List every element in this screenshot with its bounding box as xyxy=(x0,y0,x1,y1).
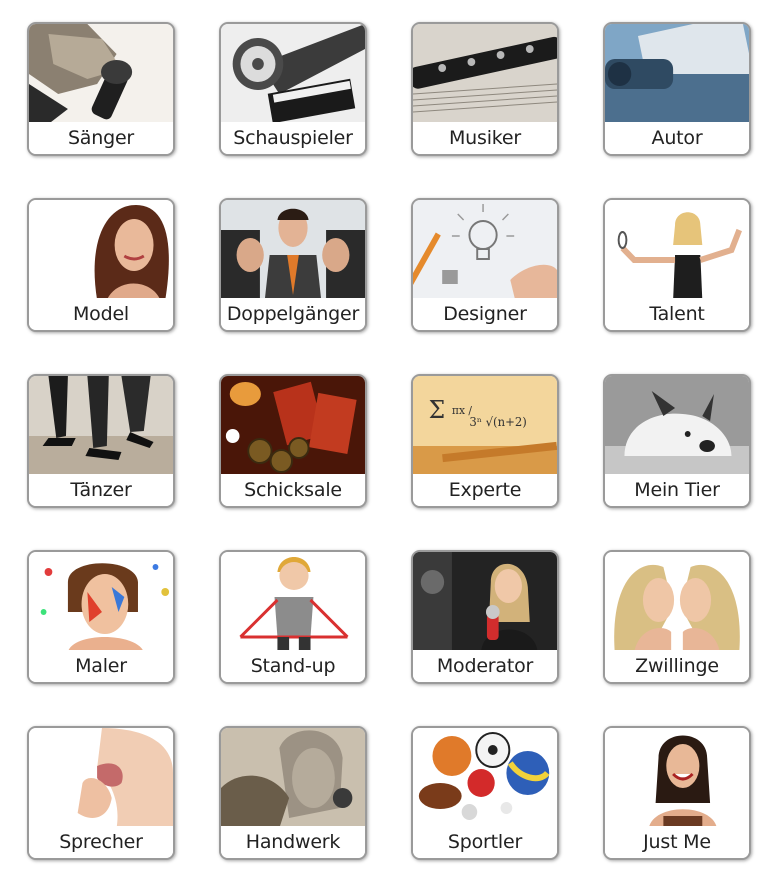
tile-handwerk[interactable]: Handwerk xyxy=(219,726,367,860)
tile-sprecher[interactable]: Sprecher xyxy=(27,726,175,860)
tile-label: Stand-up xyxy=(221,650,365,682)
tile-schicksale[interactable]: Schicksale xyxy=(219,374,367,508)
laughing-woman-icon xyxy=(605,728,749,829)
sports-balls-icon xyxy=(413,728,557,829)
clarinet-icon xyxy=(413,24,557,125)
dancing-feet-icon xyxy=(29,376,173,477)
tile-label: Handwerk xyxy=(221,826,365,858)
tile-zwillinge[interactable]: Zwillinge xyxy=(603,550,751,684)
tile-model[interactable]: Model xyxy=(27,198,175,332)
tile-doppelgaenger[interactable]: Doppelgänger xyxy=(219,198,367,332)
tile-experte[interactable]: Σ πx / 3ⁿ √(n+2) Experte xyxy=(411,374,559,508)
tile-label: Sprecher xyxy=(29,826,173,858)
model-portrait-icon xyxy=(29,200,173,301)
svg-text:3ⁿ √(n+2): 3ⁿ √(n+2) xyxy=(469,415,526,429)
comedian-icon xyxy=(221,552,365,653)
svg-text:Σ: Σ xyxy=(429,396,446,424)
tile-stand-up[interactable]: Stand-up xyxy=(219,550,367,684)
tile-label: Schauspieler xyxy=(221,122,365,154)
tile-schauspieler[interactable]: Schauspieler xyxy=(219,22,367,156)
film-reel-icon xyxy=(221,24,365,125)
tile-mein-tier[interactable]: Mein Tier xyxy=(603,374,751,508)
painted-face-icon xyxy=(29,552,173,653)
tile-just-me[interactable]: Just Me xyxy=(603,726,751,860)
juggling-woman-icon xyxy=(605,200,749,301)
fortune-coins-icon xyxy=(221,376,365,477)
tile-talent[interactable]: Talent xyxy=(603,198,751,332)
tile-maler[interactable]: Maler xyxy=(27,550,175,684)
lightbulb-sketch-icon xyxy=(413,200,557,301)
tile-moderator[interactable]: Moderator xyxy=(411,550,559,684)
tile-label: Just Me xyxy=(605,826,749,858)
tile-label: Autor xyxy=(605,122,749,154)
formula-icon: Σ πx / 3ⁿ √(n+2) xyxy=(413,376,557,477)
typewriter-icon xyxy=(605,24,749,125)
tile-designer[interactable]: Designer xyxy=(411,198,559,332)
tile-label: Model xyxy=(29,298,173,330)
shouting-mouth-icon xyxy=(29,728,173,829)
tile-musiker[interactable]: Musiker xyxy=(411,22,559,156)
dog-icon xyxy=(605,376,749,477)
tile-label: Musiker xyxy=(413,122,557,154)
sculpture-icon xyxy=(221,728,365,829)
tile-label: Designer xyxy=(413,298,557,330)
tile-label: Experte xyxy=(413,474,557,506)
tile-autor[interactable]: Autor xyxy=(603,22,751,156)
tile-saenger[interactable]: Sänger xyxy=(27,22,175,156)
microphone-icon xyxy=(29,24,173,125)
category-grid: Sänger Schauspieler Musiker Autor Model … xyxy=(0,0,782,890)
tile-label: Moderator xyxy=(413,650,557,682)
tile-label: Zwillinge xyxy=(605,650,749,682)
tile-label: Talent xyxy=(605,298,749,330)
tile-label: Maler xyxy=(29,650,173,682)
tile-label: Mein Tier xyxy=(605,474,749,506)
tile-label: Tänzer xyxy=(29,474,173,506)
tile-label: Sänger xyxy=(29,122,173,154)
tile-label: Schicksale xyxy=(221,474,365,506)
tile-label: Sportler xyxy=(413,826,557,858)
lookalike-trio-icon xyxy=(221,200,365,301)
reporter-microphone-icon xyxy=(413,552,557,653)
tile-sportler[interactable]: Sportler xyxy=(411,726,559,860)
tile-taenzer[interactable]: Tänzer xyxy=(27,374,175,508)
tile-label: Doppelgänger xyxy=(221,298,365,330)
twins-icon xyxy=(605,552,749,653)
